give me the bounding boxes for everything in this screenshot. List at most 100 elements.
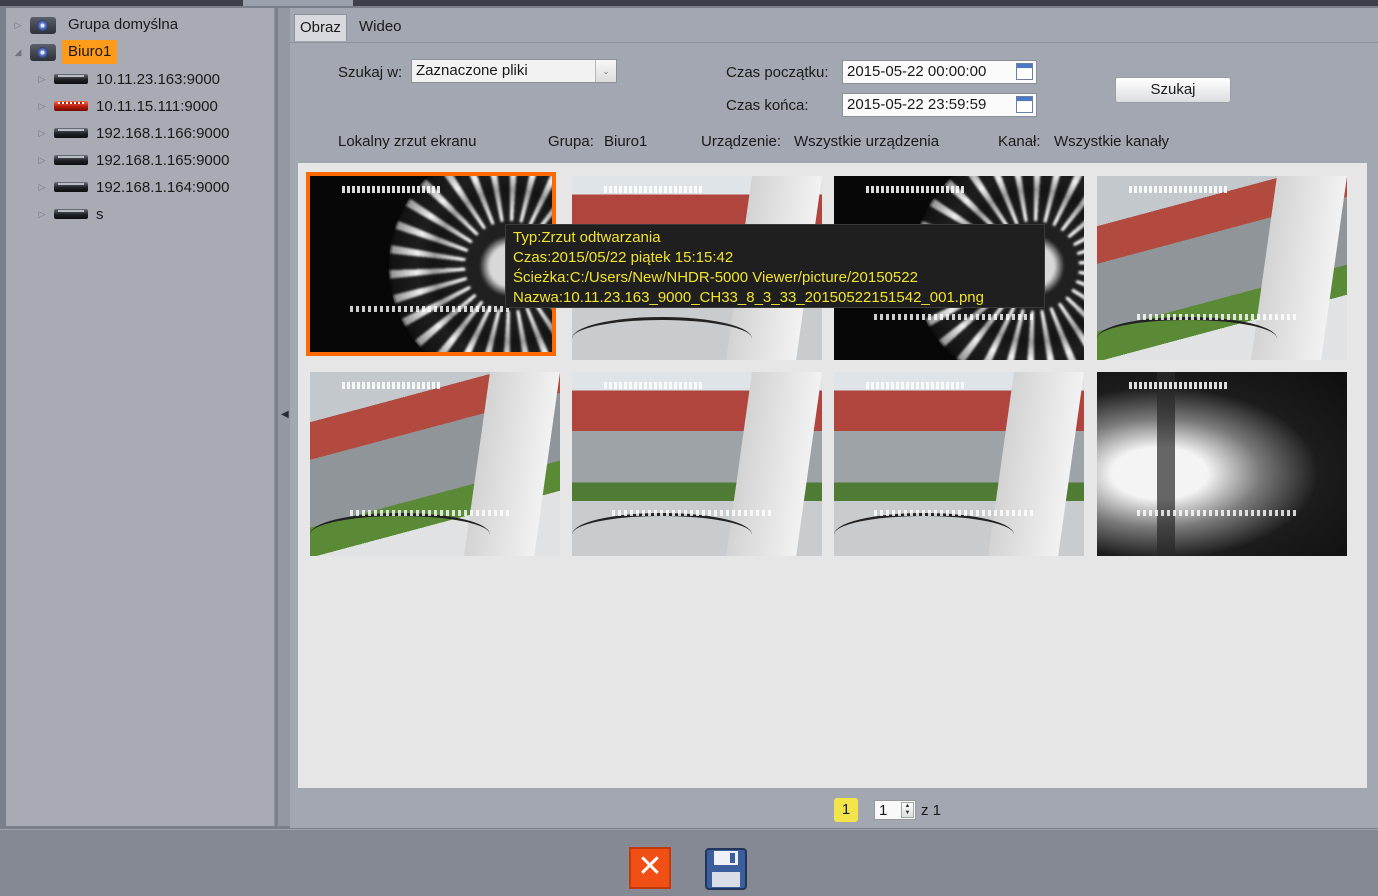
- tree-device-label: 192.168.1.166:9000: [96, 124, 230, 142]
- group-filter-value: Biuro1: [604, 133, 648, 150]
- camera-group-icon: [30, 43, 56, 61]
- dvr-icon: [54, 74, 88, 84]
- dvr-icon: [54, 209, 88, 219]
- dvr-icon: [54, 182, 88, 192]
- tree-device-label: 10.11.23.163:9000: [96, 70, 221, 88]
- save-icon: [705, 848, 747, 890]
- tree-device-label: 192.168.1.165:9000: [96, 151, 230, 169]
- chevron-down-icon[interactable]: ⌄: [595, 60, 616, 82]
- tab-divider: [290, 42, 1378, 43]
- close-button[interactable]: ✕: [629, 847, 671, 889]
- snapshot-thumbnail[interactable]: [310, 372, 560, 556]
- snapshot-image: [1157, 372, 1175, 556]
- tree-device-label: s: [96, 205, 104, 223]
- snapshot-image-detail: [1097, 317, 1277, 360]
- osd-caption: [1137, 510, 1297, 516]
- tooltip-time: Czas:2015/05/22 piątek 15:15:42: [513, 249, 734, 266]
- snapshot-image-detail: [572, 513, 752, 556]
- tree-group-label: Biuro1: [62, 40, 118, 64]
- tree-group-biuro1[interactable]: ◢ Biuro1: [12, 39, 118, 65]
- tree-device-label: 10.11.15.111:9000: [96, 97, 218, 115]
- snapshot-thumbnail[interactable]: [1097, 372, 1347, 556]
- search-button[interactable]: Szukaj: [1115, 77, 1231, 103]
- snapshot-thumbnail[interactable]: [834, 372, 1084, 556]
- end-time-label: Czas końca:: [726, 97, 809, 114]
- device-filter-value: Wszystkie urządzenia: [794, 133, 940, 150]
- snapshot-image-detail: [834, 513, 1014, 556]
- snapshot-thumbnail[interactable]: [572, 372, 822, 556]
- osd-timestamp: [342, 186, 442, 193]
- osd-caption: [612, 510, 772, 516]
- tooltip-name: Nazwa:10.11.23.163_9000_CH33_8_3_33_2015…: [513, 289, 984, 306]
- osd-caption: [874, 510, 1034, 516]
- tree-device[interactable]: ▷ 10.11.23.163:9000: [36, 66, 220, 92]
- osd-caption: [874, 314, 1034, 320]
- end-time-value: 2015-05-22 23:59:59: [847, 96, 987, 113]
- collapse-arrow-icon[interactable]: ◢: [12, 47, 24, 58]
- snapshot-tooltip: Typ:Zrzut odtwarzania Czas:2015/05/22 pi…: [505, 224, 1045, 308]
- search-panel: Obraz Wideo Szukaj w: Zaznaczone pliki ⌄…: [290, 8, 1378, 828]
- start-time-label: Czas początku:: [726, 64, 829, 81]
- expand-arrow-icon[interactable]: ▷: [36, 74, 48, 85]
- page-input-value: 1: [879, 802, 888, 819]
- expand-arrow-icon[interactable]: ▷: [36, 209, 48, 220]
- result-type-label: Lokalny zrzut ekranu: [338, 133, 477, 150]
- search-in-label: Szukaj w:: [338, 64, 403, 81]
- dvr-icon: [54, 155, 88, 165]
- channel-filter-label: Kanał:: [998, 133, 1041, 150]
- start-time-field[interactable]: 2015-05-22 00:00:00: [842, 60, 1037, 84]
- device-filter-label: Urządzenie:: [701, 133, 782, 150]
- spinner-icon[interactable]: ▲ ▼: [901, 802, 914, 818]
- bottom-toolbar: [0, 829, 1378, 896]
- page-input[interactable]: 1 ▲ ▼: [874, 800, 916, 820]
- dvr-red-icon: [54, 101, 88, 111]
- tree-device-label: 192.168.1.164:9000: [96, 178, 230, 196]
- osd-timestamp: [1129, 186, 1229, 193]
- expand-arrow-icon[interactable]: ▷: [36, 182, 48, 193]
- osd-timestamp: [342, 382, 442, 389]
- expand-arrow-icon[interactable]: ▷: [12, 20, 24, 31]
- tab-obraz[interactable]: Obraz: [294, 14, 347, 41]
- tree-device[interactable]: ▷ 192.168.1.166:9000: [36, 120, 230, 146]
- expand-arrow-icon[interactable]: ▷: [36, 155, 48, 166]
- search-in-select[interactable]: Zaznaczone pliki ⌄: [411, 59, 617, 83]
- channel-filter-value: Wszystkie kanały: [1054, 133, 1170, 150]
- tab-wideo[interactable]: Wideo: [354, 14, 407, 40]
- tooltip-path: Ścieżka:C:/Users/New/NHDR-5000 Viewer/pi…: [513, 269, 918, 286]
- close-icon: ✕: [637, 850, 663, 883]
- end-time-field[interactable]: 2015-05-22 23:59:59: [842, 93, 1037, 117]
- group-filter-label: Grupa:: [548, 133, 594, 150]
- osd-caption: [350, 306, 510, 312]
- page-number-current[interactable]: 1: [834, 798, 858, 822]
- tree-device[interactable]: ▷ 192.168.1.165:9000: [36, 147, 230, 173]
- tree-group-label: Grupa domyślna: [68, 16, 179, 33]
- device-tree: ▷ Grupa domyślna ◢ Biuro1 ▷ 10.11.23.163…: [6, 8, 275, 826]
- osd-timestamp: [1129, 382, 1229, 389]
- tree-device[interactable]: ▷ s: [36, 201, 104, 227]
- calendar-icon[interactable]: [1016, 96, 1033, 113]
- top-frame-line: [0, 0, 1378, 6]
- save-button[interactable]: [703, 846, 749, 892]
- osd-caption: [350, 510, 510, 516]
- search-in-value: Zaznaczone pliki: [416, 62, 528, 79]
- tree-device[interactable]: ▷ 10.11.15.111:9000: [36, 93, 218, 119]
- tree-device[interactable]: ▷ 192.168.1.164:9000: [36, 174, 230, 200]
- tooltip-type: Typ:Zrzut odtwarzania: [513, 229, 661, 246]
- camera-group-icon: [30, 16, 56, 34]
- snapshot-image-detail: [572, 317, 752, 360]
- collapse-left-icon[interactable]: ◀: [281, 409, 289, 420]
- tree-group-default[interactable]: ▷ Grupa domyślna: [12, 12, 184, 38]
- osd-timestamp: [604, 186, 704, 193]
- osd-caption: [1137, 314, 1297, 320]
- top-frame-accent: [243, 0, 353, 6]
- calendar-icon[interactable]: [1016, 63, 1033, 80]
- expand-arrow-icon[interactable]: ▷: [36, 101, 48, 112]
- snapshot-image-detail: [310, 513, 490, 556]
- osd-timestamp: [604, 382, 704, 389]
- snapshot-thumbnail[interactable]: [1097, 176, 1347, 360]
- osd-timestamp: [866, 382, 966, 389]
- osd-timestamp: [866, 186, 966, 193]
- expand-arrow-icon[interactable]: ▷: [36, 128, 48, 139]
- start-time-value: 2015-05-22 00:00:00: [847, 63, 987, 80]
- dvr-icon: [54, 128, 88, 138]
